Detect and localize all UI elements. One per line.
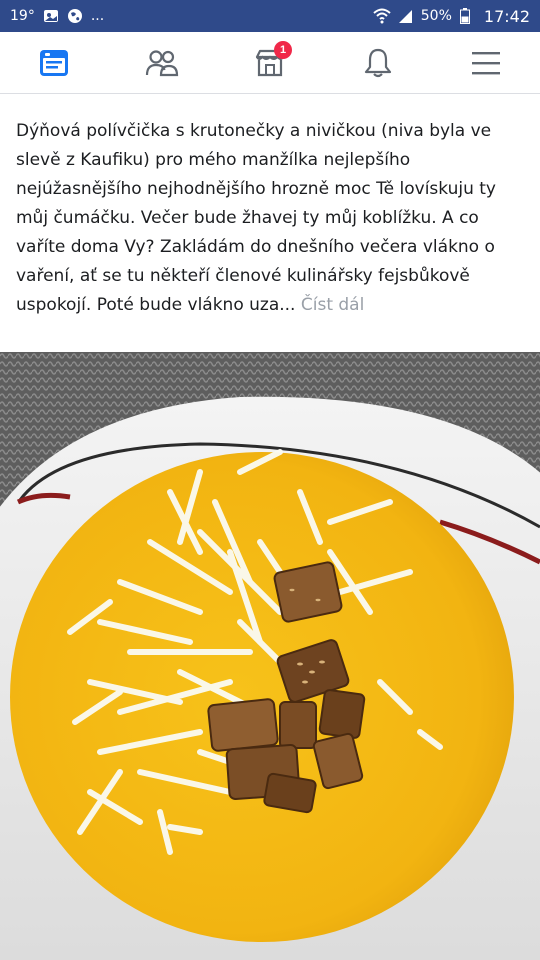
tab-notifications[interactable] (348, 35, 408, 91)
clock: 17:42 (483, 6, 530, 26)
status-bar: 19° ... 50% 17:42 (0, 0, 540, 32)
post-text: Dýňová polívčička s krutonečky a nivičko… (0, 95, 540, 351)
news-feed-icon (40, 49, 68, 76)
wifi-icon (373, 8, 391, 24)
status-left: 19° ... (10, 8, 104, 24)
marketplace-badge: 1 (274, 40, 292, 59)
tab-groups[interactable] (132, 35, 192, 91)
bell-icon (364, 48, 392, 77)
tab-marketplace[interactable]: 1 (240, 35, 300, 91)
pumpkin-soup-photo (0, 352, 540, 960)
tab-news-feed[interactable] (24, 35, 84, 91)
tab-menu[interactable] (456, 35, 516, 91)
battery-icon (459, 8, 476, 24)
photo-app-icon (43, 8, 59, 24)
status-right: 50% 17:42 (373, 7, 530, 26)
friends-icon (145, 49, 179, 76)
hamburger-icon (472, 51, 500, 74)
read-more-link[interactable]: Číst dál (301, 295, 364, 315)
signal-icon (397, 8, 413, 24)
post-photo[interactable] (0, 352, 540, 960)
top-navigation: 1 (0, 32, 540, 94)
post-body: Dýňová polívčička s krutonečky a nivičko… (16, 121, 496, 315)
battery-percent: 50% (420, 8, 452, 24)
temperature-text: 19° (10, 8, 35, 24)
status-ellipsis: ... (90, 8, 105, 24)
globe-icon (67, 8, 83, 24)
